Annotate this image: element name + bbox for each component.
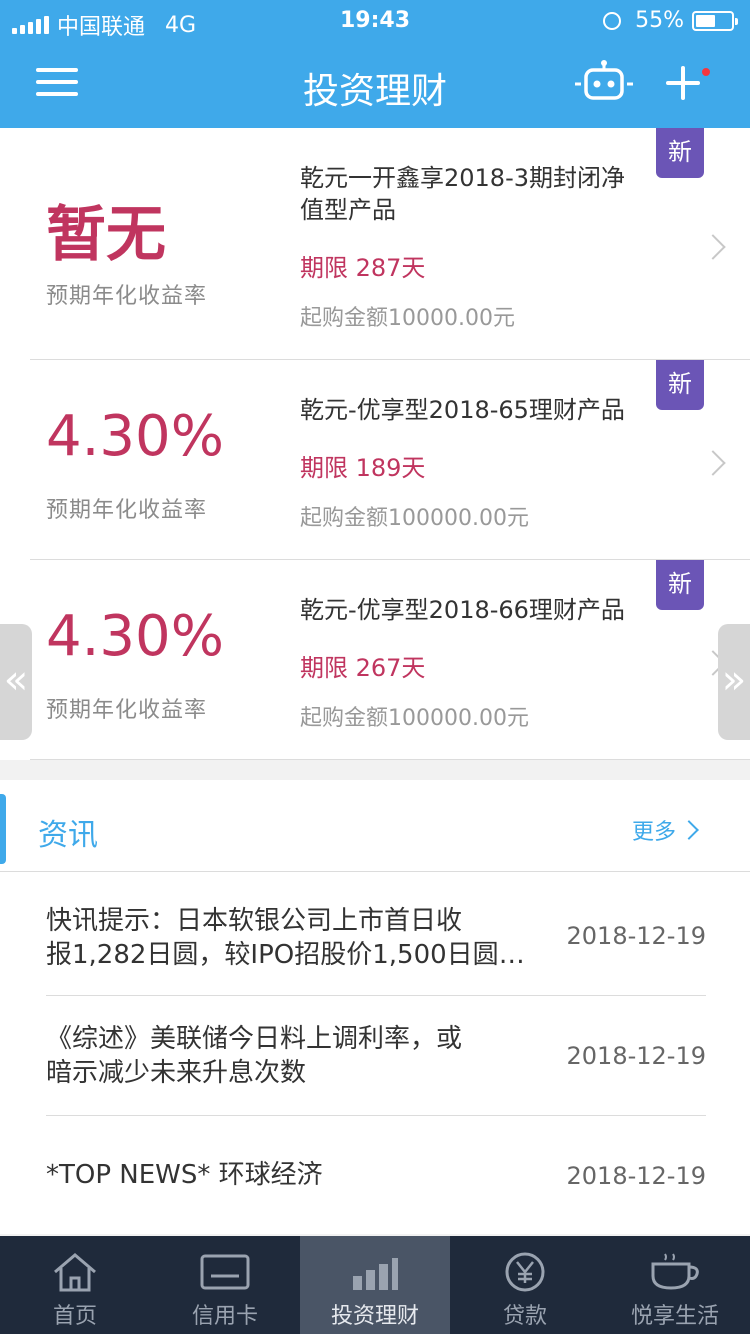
product-min-amount: 起购金额100000.00元: [300, 706, 529, 731]
top-bar: 中国联通 4G 19:43 55% 投资理财: [0, 0, 750, 128]
more-link[interactable]: 更多: [632, 814, 699, 846]
new-badge: 新: [656, 128, 704, 178]
status-bar: 中国联通 4G 19:43 55%: [0, 0, 750, 40]
product-list: 暂无 预期年化收益率 乾元一开鑫享2018-3期封闭净值型产品 期限 287天 …: [0, 128, 750, 760]
chevron-right-icon: [679, 820, 699, 840]
page-title: 投资理财: [302, 71, 447, 112]
section-accent: [0, 794, 6, 864]
product-name: 乾元-优享型2018-65理财产品: [300, 396, 625, 424]
news-item[interactable]: *TOP NEWS* 环球经济 2018-12-19: [46, 1116, 706, 1236]
tab-lifestyle[interactable]: 悦享生活: [600, 1236, 750, 1334]
news-title-line: 《综述》美联储今日料上调利率，或: [46, 1024, 463, 1054]
home-icon: [54, 1253, 96, 1292]
news-header: 资讯 更多: [0, 780, 750, 872]
notification-dot: [700, 66, 712, 78]
product-term: 期限 287天: [300, 254, 426, 282]
product-rate: 4.30%: [46, 404, 224, 469]
status-right: 55%: [603, 8, 738, 33]
product-term: 期限 267天: [300, 654, 426, 682]
tab-credit-card[interactable]: 信用卡: [150, 1236, 300, 1334]
carousel-prev-button[interactable]: «: [0, 624, 32, 740]
coffee-cup-icon: [651, 1253, 699, 1290]
product-min-amount: 起购金额100000.00元: [300, 506, 529, 531]
news-date: 2018-12-19: [566, 1162, 706, 1190]
product-card[interactable]: 4.30% 预期年化收益率 乾元-优享型2018-66理财产品 期限 267天 …: [30, 560, 750, 760]
tab-loan[interactable]: 贷款: [450, 1236, 600, 1334]
tab-home[interactable]: 首页: [0, 1236, 150, 1334]
product-min-amount: 起购金额10000.00元: [300, 306, 515, 331]
news-item-title: *TOP NEWS* 环球经济: [46, 1158, 536, 1192]
battery-icon: [692, 10, 738, 31]
news-title: 资讯: [38, 818, 98, 853]
new-badge: 新: [656, 560, 704, 610]
rate-label: 预期年化收益率: [46, 698, 208, 723]
tab-label: 首页: [52, 1304, 97, 1329]
tab-label: 悦享生活: [630, 1304, 719, 1329]
nav-bar: 投资理财: [0, 40, 750, 128]
news-item[interactable]: 《综述》美联储今日料上调利率，或 暗示减少未来升息次数 2018-12-19: [46, 996, 706, 1116]
bottom-tab-bar: 首页 信用卡 投资理财 贷款 悦享生活: [0, 1236, 750, 1334]
carousel-next-button[interactable]: »: [718, 624, 750, 740]
product-rate: 4.30%: [46, 604, 224, 669]
rate-label: 预期年化收益率: [46, 284, 208, 309]
product-name: 乾元-优享型2018-66理财产品: [300, 596, 625, 624]
robot-icon[interactable]: [572, 60, 636, 104]
news-item-title: 《综述》美联储今日料上调利率，或 暗示减少未来升息次数: [46, 1022, 536, 1090]
news-item-title: 快讯提示：日本软银公司上市首日收 报1,282日圆，较IPO招股价1,500日圆…: [46, 904, 536, 972]
card-icon: [200, 1254, 250, 1290]
yen-icon: [505, 1252, 545, 1292]
tab-label: 贷款: [502, 1304, 547, 1329]
news-date: 2018-12-19: [566, 922, 706, 950]
add-button[interactable]: [664, 62, 712, 108]
battery-percent: 55%: [635, 8, 684, 33]
news-title-line: 报1,282日圆，较IPO招股价1,500日圆下跌: [46, 940, 536, 970]
news-item[interactable]: 快讯提示：日本软银公司上市首日收 报1,282日圆，较IPO招股价1,500日圆…: [46, 876, 706, 996]
product-rate: 暂无: [46, 200, 166, 270]
news-section: 资讯 更多 快讯提示：日本软银公司上市首日收 报1,282日圆，较IPO招股价1…: [0, 780, 750, 1234]
news-date: 2018-12-19: [566, 1042, 706, 1070]
tab-investment[interactable]: 投资理财: [300, 1236, 450, 1334]
tab-label: 信用卡: [191, 1304, 258, 1329]
chevron-right-icon: [700, 450, 726, 476]
tab-label: 投资理财: [330, 1304, 419, 1329]
news-title-line: *TOP NEWS* 环球经济: [46, 1160, 323, 1190]
news-title-line: 暗示减少未来升息次数: [46, 1058, 307, 1088]
product-card[interactable]: 4.30% 预期年化收益率 乾元-优享型2018-65理财产品 期限 189天 …: [30, 360, 750, 560]
new-badge: 新: [656, 360, 704, 410]
alarm-icon: [603, 11, 622, 30]
more-label: 更多: [632, 820, 677, 845]
bar-chart-icon: [353, 1258, 398, 1290]
product-card[interactable]: 暂无 预期年化收益率 乾元一开鑫享2018-3期封闭净值型产品 期限 287天 …: [30, 128, 750, 360]
news-title-line: 快讯提示：日本软银公司上市首日收: [46, 906, 463, 936]
rate-label: 预期年化收益率: [46, 498, 208, 523]
product-term: 期限 189天: [300, 454, 426, 482]
chevron-right-icon: [700, 234, 726, 260]
product-name: 乾元一开鑫享2018-3期封闭净值型产品: [300, 164, 626, 224]
